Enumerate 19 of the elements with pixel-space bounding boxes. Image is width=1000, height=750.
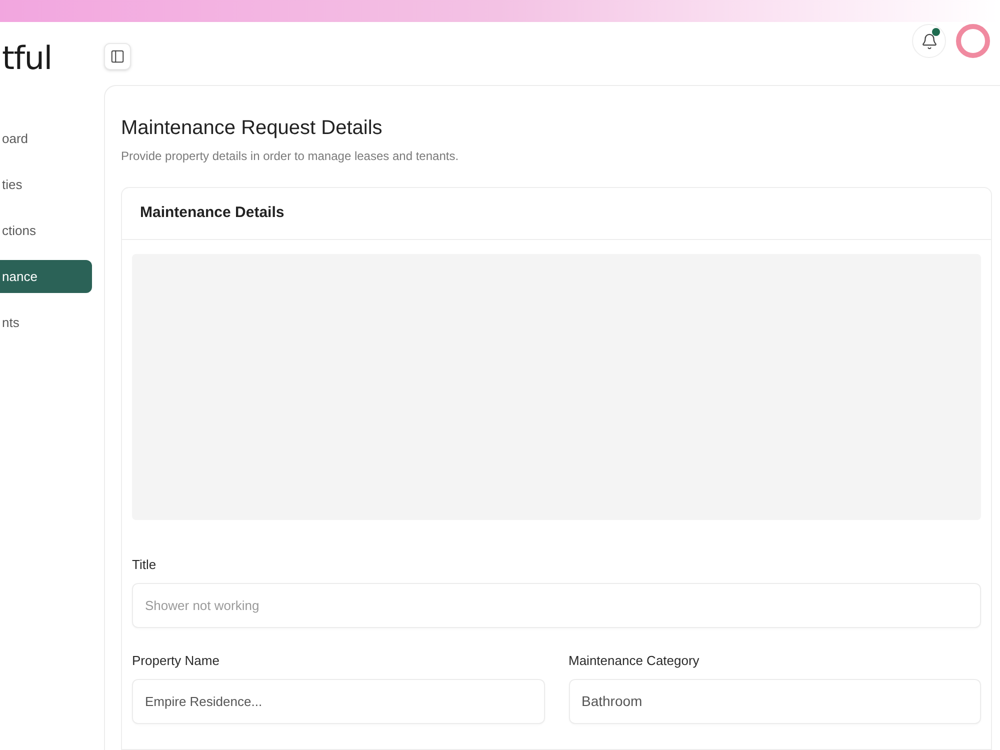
app-logo: tful [1,42,53,74]
text-field[interactable]: Shower not working [132,583,981,628]
sidebar-nav-item[interactable]: nts [0,306,92,339]
text-field[interactable]: Empire Residence... [132,679,544,724]
field-label: Property Name [132,654,220,667]
page-subtitle: Provide property details in order to manage leases and tenants. [121,148,460,165]
page-title: Maintenance Request Details [121,116,384,141]
field-label: Title [132,558,158,571]
sidebar-nav-item[interactable]: ctions [0,214,92,247]
notifications-button[interactable] [912,24,946,58]
category-dropdown[interactable]: Bathroom [568,679,981,724]
sidebar-toggle-button[interactable] [104,43,131,70]
panel-icon [110,49,125,64]
bell-icon [920,32,938,50]
card-title: Maintenance Details [140,203,284,224]
sidebar-nav-item[interactable]: oard [0,122,92,155]
sidebar-nav-item[interactable]: nance [0,260,92,293]
sidebar-nav-item[interactable]: ties [0,168,92,201]
field-label: Maintenance Category [568,654,700,667]
